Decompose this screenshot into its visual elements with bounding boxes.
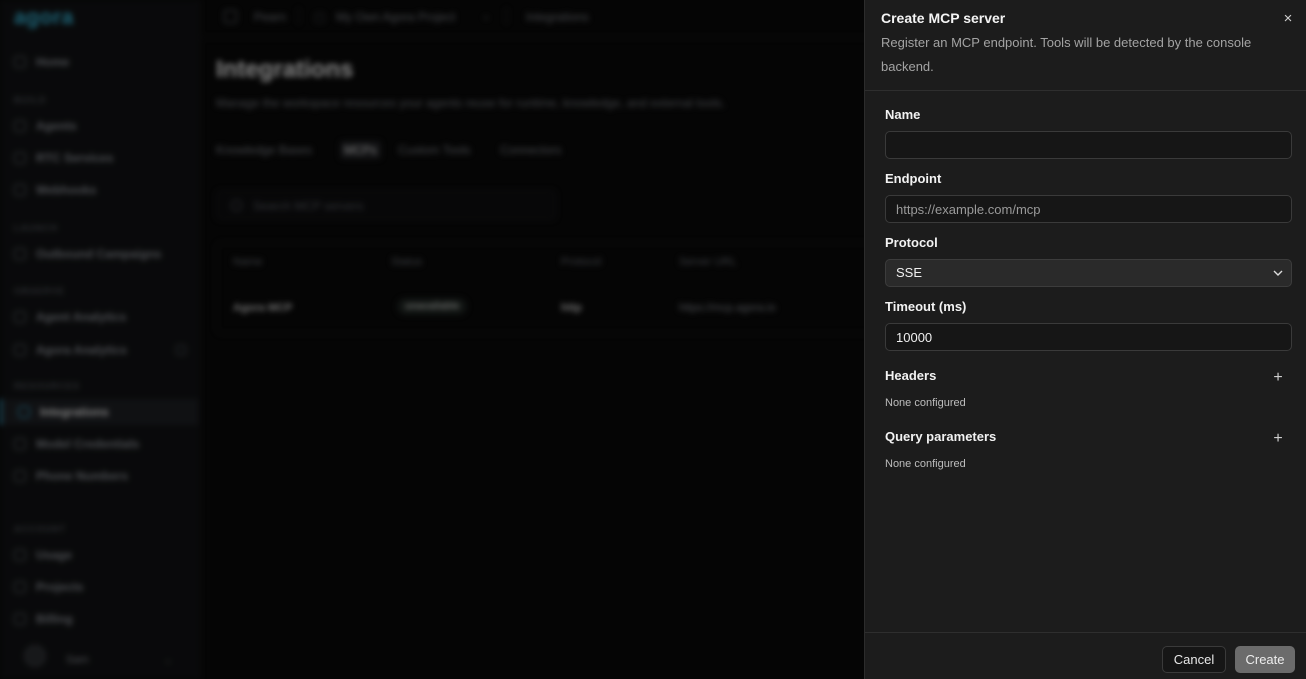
query-parameters-title: Query parameters [885, 429, 997, 444]
cancel-button[interactable]: Cancel [1162, 646, 1226, 673]
sheet-description: Register an MCP endpoint. Tools will be … [881, 35, 1252, 74]
endpoint-field[interactable] [885, 195, 1292, 223]
protocol-label: Protocol [885, 235, 938, 250]
protocol-value: SSE [896, 265, 923, 280]
protocol-select[interactable]: SSE [885, 259, 1292, 287]
app-window: agora Home BUILD Agents RTC Services Web… [0, 0, 1306, 679]
query-empty-note: None configured [885, 458, 966, 470]
close-icon[interactable]: × [1279, 10, 1297, 28]
add-query-parameter-icon[interactable]: + [1271, 431, 1285, 447]
add-header-icon[interactable]: + [1271, 370, 1285, 386]
name-field[interactable] [885, 131, 1292, 159]
endpoint-label: Endpoint [885, 171, 942, 186]
modal-overlay[interactable] [0, 0, 864, 679]
timeout-label: Timeout (ms) [885, 299, 967, 314]
name-label: Name [885, 107, 921, 122]
headers-empty-note: None configured [885, 397, 966, 409]
create-button[interactable]: Create [1235, 646, 1295, 673]
headers-title: Headers [885, 368, 937, 383]
timeout-field[interactable] [885, 323, 1292, 351]
sheet-header: Create MCP server Register an MCP endpoi… [865, 0, 1306, 91]
sheet-footer: Cancel Create [865, 632, 1306, 679]
sheet-title: Create MCP server [881, 10, 1006, 26]
create-mcp-sheet: Create MCP server Register an MCP endpoi… [864, 0, 1306, 679]
chevron-down-icon [1273, 270, 1283, 276]
